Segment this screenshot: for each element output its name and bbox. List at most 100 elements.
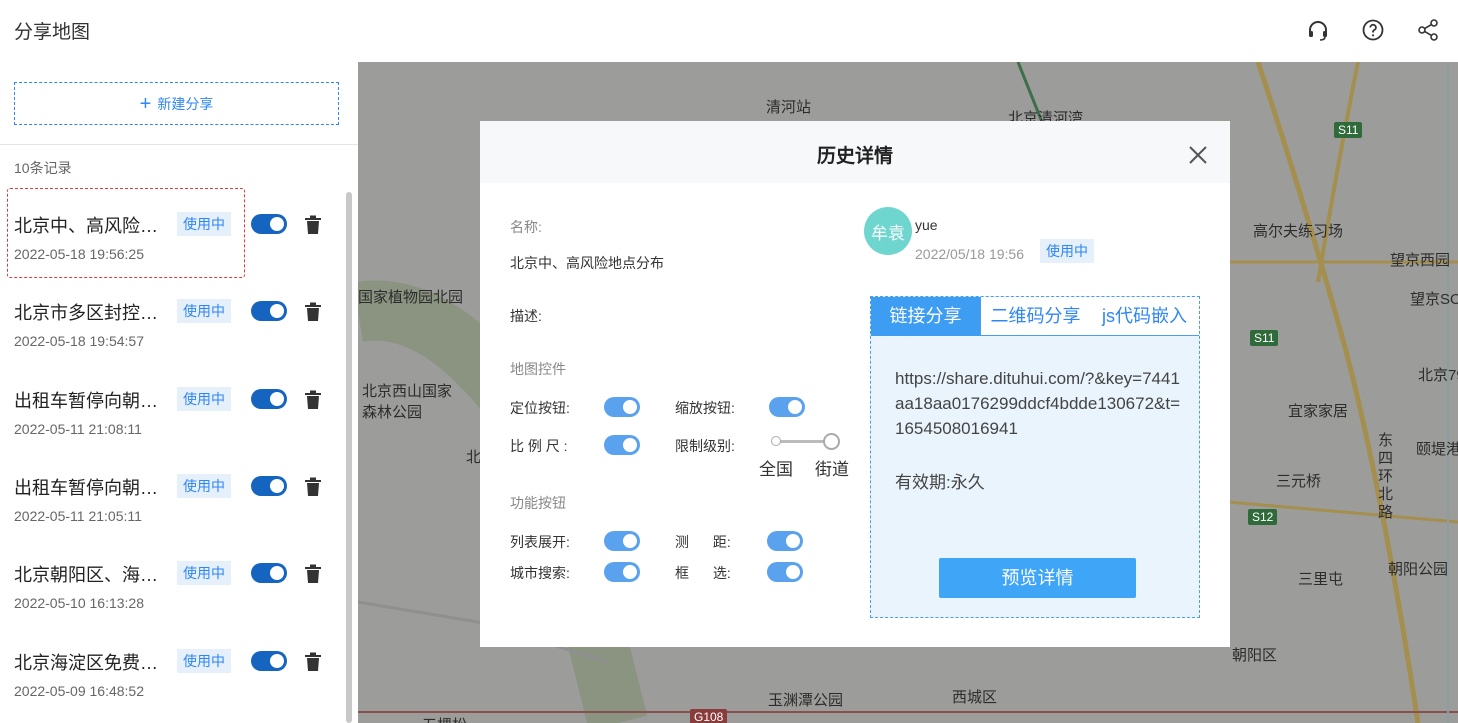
map-label: 北 (466, 449, 482, 466)
share-created-date: 2022/05/18 19:56 (915, 246, 1024, 262)
share-tab-bar: 链接分享 二维码分享 js代码嵌入 (871, 297, 1199, 336)
map-label: 三元桥 (1276, 473, 1322, 490)
trash-icon[interactable] (304, 302, 322, 322)
share-list-item[interactable]: 北京海淀区免费核酸检测点 使用中 2022-05-09 16:48:52 (0, 629, 340, 709)
share-enable-toggle[interactable] (251, 301, 287, 321)
map-label: 北京西山国家森林公园 (362, 383, 453, 421)
share-list-item[interactable]: 出租车暂停向朝阳区往返 使用中 2022-05-11 21:08:11 (0, 367, 340, 447)
share-item-date: 2022-05-10 16:13:28 (14, 595, 144, 611)
tab-js-embed[interactable]: js代码嵌入 (1090, 297, 1199, 336)
trash-icon[interactable] (304, 652, 322, 672)
trash-icon[interactable] (304, 477, 322, 497)
map-controls-title: 地图控件 (510, 361, 566, 377)
map-label: 望京SO (1410, 291, 1458, 308)
share-enable-toggle[interactable] (251, 214, 287, 234)
status-badge: 使用中 (177, 212, 231, 236)
headset-icon[interactable] (1306, 18, 1330, 42)
share-item-name: 出租车暂停向朝阳区往返 (14, 478, 164, 498)
share-enable-toggle[interactable] (251, 476, 287, 496)
road-shield: G108 (690, 709, 728, 723)
share-list-item[interactable]: 北京中、高风险地点分布 使用中 2022-05-18 19:56:25 (0, 188, 340, 278)
map-label: 清河站 (766, 99, 812, 116)
scale-toggle[interactable] (604, 435, 640, 455)
map-label: 三里屯 (1298, 571, 1344, 588)
level-min-label: 全国 (759, 460, 793, 479)
level-limit-label: 限制级别: (675, 438, 735, 454)
map-label: 东四环北路 (1378, 432, 1394, 521)
new-share-button[interactable]: + 新建分享 (14, 82, 339, 125)
user-name: yue (915, 217, 938, 233)
share-item-name: 北京市多区封控管控区域 (14, 303, 164, 323)
trash-icon[interactable] (304, 390, 322, 410)
function-buttons-title: 功能按钮 (510, 495, 566, 511)
records-count: 10条记录 (14, 160, 72, 176)
map-label: 高尔夫练习场 (1253, 223, 1344, 240)
map-label: 玉渊潭公园 (768, 692, 844, 709)
list-expand-label: 列表展开: (510, 534, 570, 550)
share-item-name: 出租车暂停向朝阳区往返 (14, 391, 164, 411)
sidebar-scrollbar[interactable] (346, 192, 352, 723)
status-badge: 使用中 (177, 299, 231, 323)
map-label: 国家植物园北园 (358, 289, 464, 306)
status-badge: 使用中 (177, 387, 231, 411)
road-shield: S11 (1334, 122, 1363, 138)
page-title: 分享地图 (14, 22, 91, 43)
level-slider-max-handle[interactable] (823, 433, 840, 450)
plus-icon: + (139, 92, 152, 115)
map-label: 朝阳公园 (1388, 561, 1449, 578)
list-expand-toggle[interactable] (604, 531, 640, 551)
name-value: 北京中、高风险地点分布 (510, 255, 664, 271)
app-header: 分享地图 (0, 0, 1458, 62)
name-label: 名称: (510, 219, 542, 235)
share-item-date: 2022-05-11 21:05:11 (14, 508, 142, 524)
trash-icon[interactable] (304, 564, 322, 584)
share-list-item[interactable]: 北京朝阳区、海淀区核酸 使用中 2022-05-10 16:13:28 (0, 541, 340, 621)
map-label: 望京西园 (1390, 252, 1451, 269)
road-shield: S11 (1250, 330, 1279, 346)
share-enable-toggle[interactable] (251, 651, 287, 671)
tab-link-share[interactable]: 链接分享 (871, 297, 980, 336)
share-url-text[interactable]: https://share.dituhui.com/?&key=7441aa18… (895, 366, 1185, 441)
tab-qrcode-share[interactable]: 二维码分享 (980, 297, 1090, 336)
map-label: 西城区 (952, 689, 998, 706)
share-item-date: 2022-05-11 21:08:11 (14, 421, 142, 437)
modal-title: 历史详情 (816, 146, 893, 167)
share-icon[interactable] (1416, 18, 1440, 42)
share-method-panel: 链接分享 二维码分享 js代码嵌入 https://share.dituhui.… (870, 296, 1200, 618)
city-search-label: 城市搜索: (510, 565, 570, 581)
box-select-toggle[interactable] (767, 562, 803, 582)
map-label: 北京798 (1418, 367, 1458, 384)
close-icon[interactable] (1186, 143, 1210, 167)
level-slider-min-handle[interactable] (771, 436, 781, 446)
measure-label: 测 距: (675, 534, 731, 550)
share-item-name: 北京朝阳区、海淀区核酸 (14, 565, 164, 585)
share-enable-toggle[interactable] (251, 563, 287, 583)
locate-button-label: 定位按钮: (510, 400, 570, 416)
map-label: 五棵松 (422, 714, 467, 723)
share-list-item[interactable]: 出租车暂停向朝阳区往返 使用中 2022-05-11 21:05:11 (0, 454, 340, 534)
road-shield: S12 (1248, 509, 1278, 525)
history-detail-modal: 历史详情 名称: 北京中、高风险地点分布 描述: 地图控件 定位按钮: 缩放按钮… (480, 121, 1230, 647)
trash-icon[interactable] (304, 215, 322, 235)
avatar: 牟袁 (864, 207, 912, 255)
share-list-item[interactable]: 北京市多区封控管控区域 使用中 2022-05-18 19:54:57 (0, 279, 340, 359)
sidebar-divider (0, 144, 358, 145)
scale-label: 比 例 尺 : (510, 438, 568, 454)
level-max-label: 街道 (815, 460, 849, 479)
locate-button-toggle[interactable] (604, 397, 640, 417)
measure-toggle[interactable] (767, 531, 803, 551)
zoom-button-label: 缩放按钮: (675, 400, 735, 416)
box-select-label: 框 选: (675, 565, 731, 581)
map-label: 宜家家居 (1288, 403, 1349, 420)
share-item-name: 北京中、高风险地点分布 (14, 216, 164, 236)
preview-details-button[interactable]: 预览详情 (939, 558, 1136, 598)
share-item-date: 2022-05-18 19:56:25 (14, 246, 144, 262)
share-enable-toggle[interactable] (251, 389, 287, 409)
map-label: 颐堤港 (1416, 441, 1458, 458)
zoom-button-toggle[interactable] (769, 397, 805, 417)
modal-header: 历史详情 (480, 121, 1230, 183)
status-badge: 使用中 (1040, 239, 1094, 263)
city-search-toggle[interactable] (604, 562, 640, 582)
new-share-label: 新建分享 (157, 95, 214, 112)
help-icon[interactable] (1361, 18, 1385, 42)
